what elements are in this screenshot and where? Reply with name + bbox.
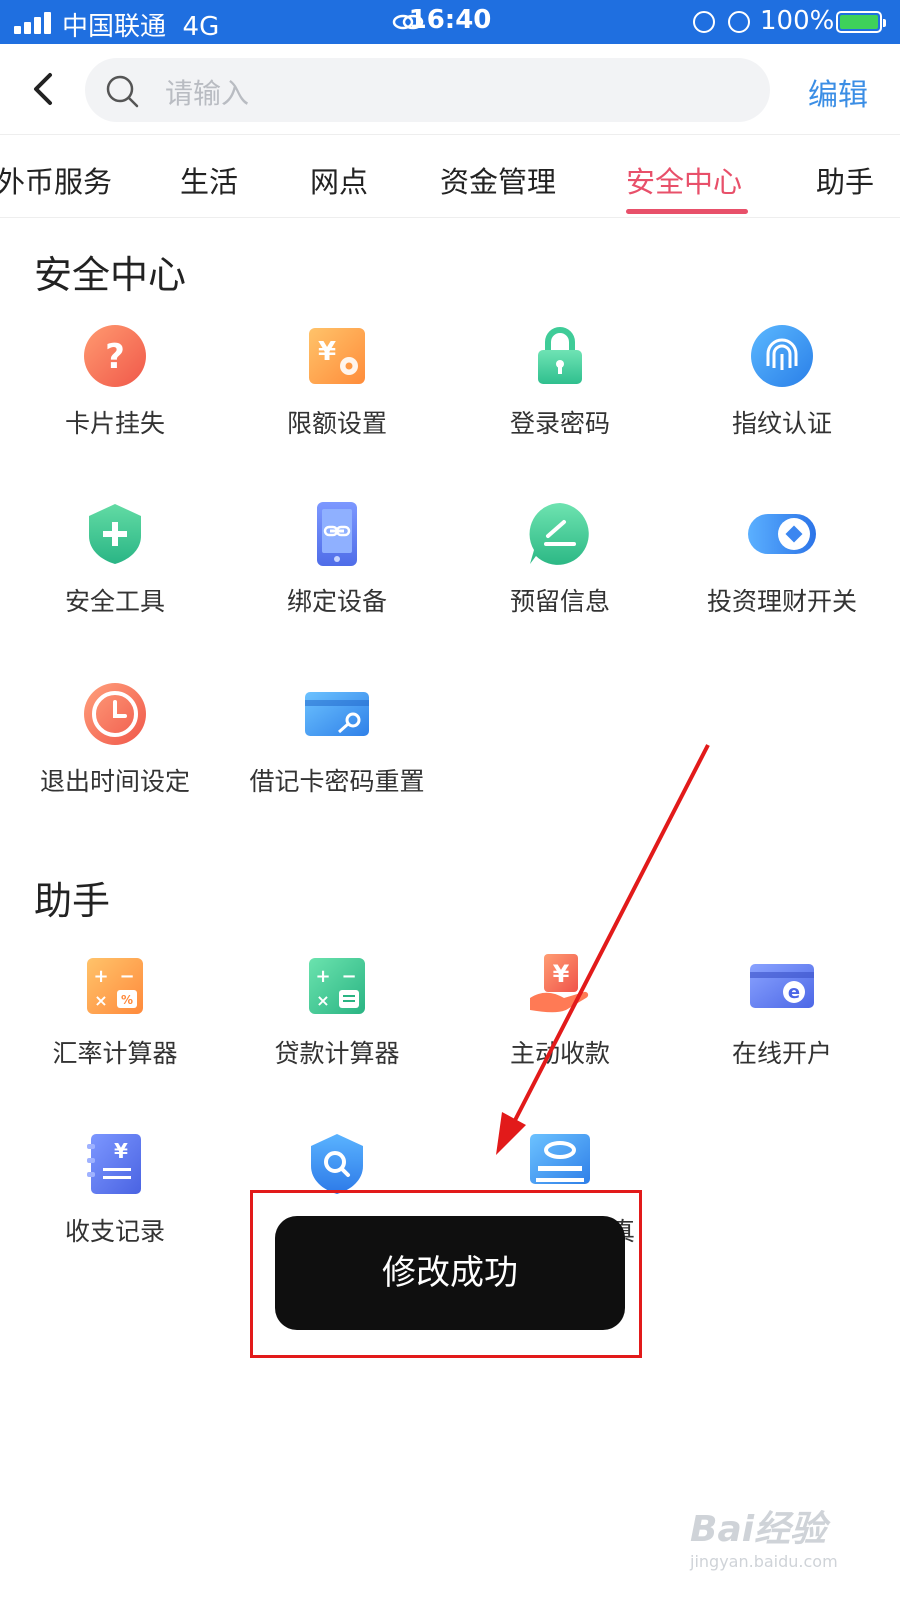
svg-text:×: × [316,991,329,1010]
battery-percent: 100% [760,6,835,36]
svg-text:−: − [119,966,134,987]
battery-icon [836,11,886,33]
item-label: 卡片挂失 [64,409,165,438]
item-label: 限额设置 [286,409,387,438]
item-security-tools[interactable]: 安全工具 [3,500,227,618]
item-label: 借记卡密码重置 [249,767,425,796]
item-label: 预留信息 [509,587,610,616]
header-bar: 请输入 编辑 [0,44,900,135]
alarm-icon [728,11,750,33]
fingerprint-icon [751,325,813,387]
watermark: Bai经验 jingyan.baidu.com [690,1500,870,1580]
section-title-assistant: 助手 [34,879,111,923]
item-online-account[interactable]: e 在线开户 [670,952,894,1070]
svg-text:?: ? [105,337,125,377]
card-e-icon: e [750,964,814,1008]
item-login-password[interactable]: 登录密码 [448,322,672,440]
tab-foreign-currency[interactable]: 外币服务 [0,159,112,201]
svg-text:¥: ¥ [114,1139,128,1163]
clock-icon [84,683,146,745]
calculator-loan-icon: + − × [309,958,365,1014]
tab-branches[interactable]: 网点 [310,159,368,201]
category-tabs: 外币服务 生活 网点 资金管理 安全中心 助手 [0,135,900,218]
svg-text:+: + [93,966,108,987]
tab-life[interactable]: 生活 [180,159,238,201]
yuan-gear-icon: ¥ [309,328,365,384]
item-limit-settings[interactable]: ¥ 限额设置 [225,322,449,440]
tab-security-center[interactable]: 安全中心 [626,159,742,201]
tab-fund-management[interactable]: 资金管理 [440,159,556,201]
watermark-brand: Bai经验 [690,1509,827,1550]
svg-text:−: − [341,966,356,987]
item-bound-devices[interactable]: 绑定设备 [225,500,449,618]
svg-text:+: + [315,966,330,987]
svg-text:e: e [788,982,800,1003]
svg-text:%: % [121,993,133,1007]
watermark-url: jingyan.baidu.com [690,1552,838,1571]
shield-plus-icon [89,504,141,564]
item-label: 汇率计算器 [52,1039,178,1068]
item-income-expense-record[interactable]: ¥ 收支记录 [3,1130,227,1248]
item-label: 指纹认证 [731,409,832,438]
edit-button[interactable]: 编辑 [808,70,868,114]
item-card-loss[interactable]: ? 卡片挂失 [3,322,227,440]
item-reserved-info[interactable]: 预留信息 [448,500,672,618]
item-label: 主动收款 [509,1039,610,1068]
item-logout-time[interactable]: 退出时间设定 [3,680,227,798]
item-loan-calculator[interactable]: + − × 贷款计算器 [225,952,449,1070]
hand-yuan-icon: ¥ [530,954,589,1013]
calculator-percent-icon: + − × % [87,958,143,1014]
section-title-security: 安全中心 [34,253,187,297]
svg-text:×: × [94,991,107,1010]
edit-note-icon [529,503,589,565]
item-exchange-calculator[interactable]: + − × % 汇率计算器 [3,952,227,1070]
item-label: 投资理财开关 [706,587,857,616]
search-icon [106,75,139,108]
toggle-icon [748,514,816,554]
rotation-lock-icon [693,11,715,33]
item-active-collection[interactable]: ¥ 主动收款 [448,952,672,1070]
search-placeholder: 请输入 [165,77,250,110]
svg-text:¥: ¥ [553,960,570,988]
item-fingerprint-auth[interactable]: 指纹认证 [670,322,894,440]
shield-search-icon [311,1134,363,1194]
annotation-highlight-box [250,1190,642,1358]
status-bar: 中国联通 4G 16:40 100% [0,0,900,44]
item-label: 收支记录 [64,1217,165,1246]
item-label: 安全工具 [64,587,165,616]
card-key-icon [305,692,369,736]
item-label: 在线开户 [731,1039,832,1068]
back-arrow-icon[interactable] [28,72,58,106]
item-label: 登录密码 [509,409,610,438]
item-debit-card-password-reset[interactable]: 借记卡密码重置 [225,680,449,798]
phone-link-icon [317,502,357,566]
item-investment-switch[interactable]: 投资理财开关 [670,500,894,618]
stamp-icon [530,1134,590,1184]
item-label: 绑定设备 [286,587,387,616]
active-tab-indicator [626,209,748,214]
ledger-yuan-icon: ¥ [87,1134,141,1194]
item-label: 贷款计算器 [274,1039,400,1068]
question-icon: ? [84,325,146,387]
annotation-arrow [496,744,710,1155]
lock-icon [538,327,582,384]
item-label: 退出时间设定 [39,767,190,796]
tab-assistant[interactable]: 助手 [816,159,874,201]
search-input[interactable]: 请输入 [85,58,770,122]
svg-text:¥: ¥ [318,337,336,367]
